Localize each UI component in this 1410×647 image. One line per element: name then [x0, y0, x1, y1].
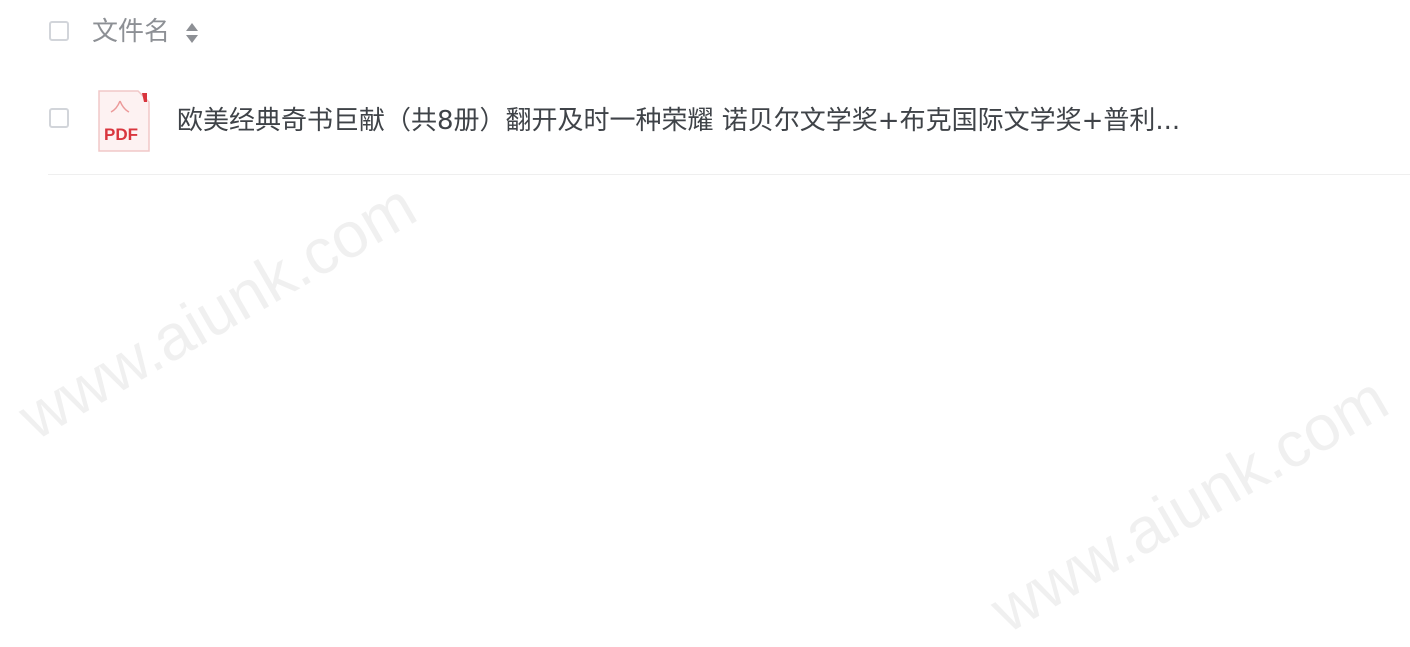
pdf-file-icon: PDF [98, 90, 150, 152]
table-row[interactable]: PDF 欧美经典奇书巨献（共8册）翻开及时一种荣耀 诺贝尔文学奖+布克国际文学奖… [48, 82, 1410, 175]
select-all-checkbox[interactable] [49, 21, 69, 41]
row-checkbox[interactable] [49, 108, 69, 128]
file-list-header: 文件名 [0, 0, 1410, 66]
watermark-text: www.aiunk.com [978, 361, 1400, 647]
pdf-label: PDF [104, 125, 138, 144]
sort-icon[interactable] [185, 22, 199, 44]
column-header-filename[interactable]: 文件名 [92, 14, 170, 50]
file-name-link[interactable]: 欧美经典奇书巨献（共8册）翻开及时一种荣耀 诺贝尔文学奖+布克国际文学奖+普利.… [177, 102, 1410, 140]
watermark-text: www.aiunk.com [6, 168, 428, 454]
